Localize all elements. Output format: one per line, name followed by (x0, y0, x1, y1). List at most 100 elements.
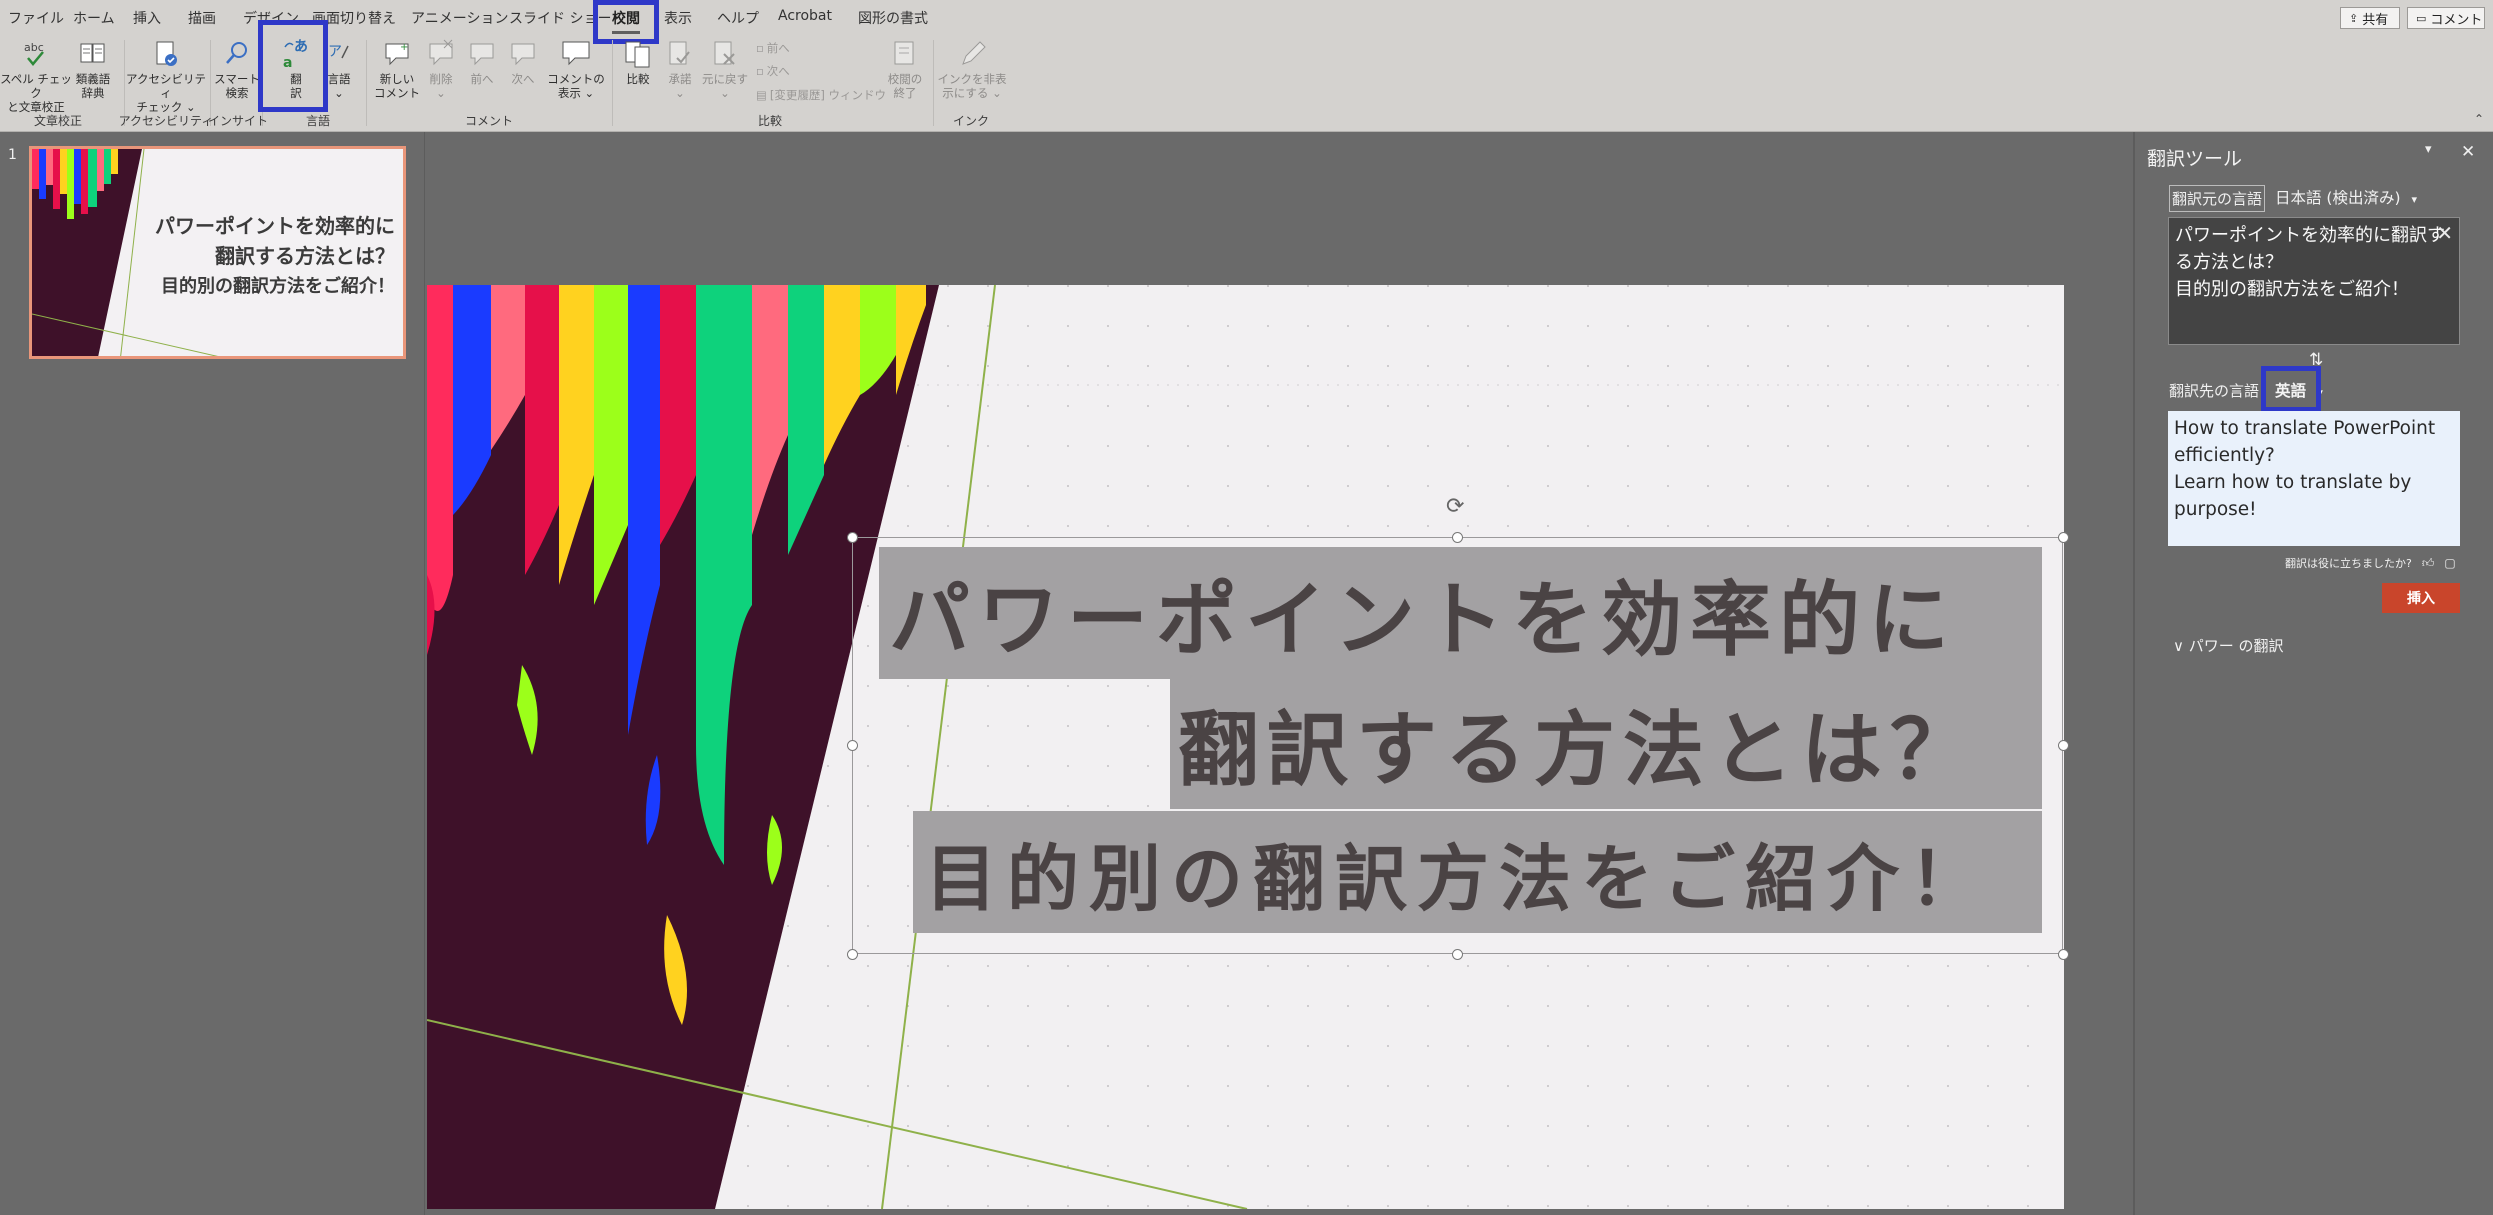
compare-button[interactable]: 比較 (616, 38, 660, 86)
accept-label: 承諾 ⌄ (668, 72, 692, 100)
resize-handle[interactable] (1452, 532, 1463, 543)
next-change-icon: ▫ (756, 64, 764, 78)
power-translate-section[interactable]: ∨ パワー の翻訳 (2173, 635, 2284, 656)
feedback-row: 翻訳は役に立ちましたか? 👍︎ ▢ (2285, 555, 2456, 571)
ribbon-divider (612, 40, 613, 126)
svg-text:ア: ア (328, 44, 342, 60)
chevron-down-icon: ∨ (2173, 637, 2184, 655)
next-comment-button[interactable]: 次へ (503, 38, 543, 86)
ribbon-tabs: ファイル ホーム 挿入 描画 デザイン 画面切り替え アニメーション スライド … (0, 0, 2493, 34)
tab-home[interactable]: ホーム (73, 8, 115, 28)
revisions-pane-button[interactable]: ▤ [変更履歴] ウィンドウ (756, 87, 886, 103)
show-comments-button[interactable]: コメントの 表示 ⌄ (546, 38, 606, 100)
insert-button[interactable]: 挿入 (2382, 583, 2460, 613)
slide-thumbnail[interactable]: パワーポイントを効率的に 翻訳する方法とは？ 目的別の翻訳方法をご紹介！ (29, 146, 406, 359)
new-comment-label: 新しい コメント (374, 72, 420, 100)
next-change-button[interactable]: ▫ 次へ (756, 63, 790, 79)
resize-handle[interactable] (1452, 949, 1463, 960)
comment-icon: ▭ (2416, 11, 2427, 25)
thumbnail-title-line1: パワーポイントを効率的に (155, 214, 395, 238)
thumbs-up-icon[interactable]: 👍︎ (2422, 556, 2435, 571)
group-label-proofing: 文章校正 (33, 114, 83, 128)
translator-title: 翻訳ツール (2147, 148, 2243, 170)
resize-handle[interactable] (2058, 532, 2069, 543)
group-label-accessibility: アクセシビリティ (118, 114, 214, 128)
previous-change-label: 前へ (766, 41, 790, 55)
tab-animations[interactable]: アニメーション (411, 8, 508, 28)
ribbon-divider (366, 40, 367, 126)
chevron-down-icon: ▾ (2411, 193, 2417, 206)
source-text: パワーポイントを効率的に翻訳する方法とは？ 目的別の翻訳方法をご紹介！ (2175, 225, 2445, 300)
tab-acrobat[interactable]: Acrobat (778, 8, 832, 24)
accessibility-icon (151, 38, 181, 70)
new-comment-icon: + (382, 38, 412, 70)
thumbnail-subtitle: 目的別の翻訳方法をご紹介！ (161, 276, 395, 297)
share-label: 共有 (2362, 12, 2389, 28)
thumbnail-title-line2: 翻訳する方法とは？ (215, 244, 395, 268)
accessibility-check-button[interactable]: アクセシビリティ チェック ⌄ (126, 38, 206, 114)
smart-lookup-button[interactable]: スマート 検索 (212, 38, 262, 100)
collapse-ribbon-icon[interactable]: ⌃ (2474, 112, 2484, 126)
translated-text-box: How to translate PowerPoint efficiently?… (2168, 411, 2460, 546)
resize-handle[interactable] (847, 532, 858, 543)
previous-change-button[interactable]: ▫ 前へ (756, 40, 790, 56)
thumbs-down-icon[interactable]: ▢ (2444, 556, 2455, 570)
delete-label: 削除 ⌄ (429, 72, 453, 100)
power-translate-label: パワー の翻訳 (2188, 637, 2284, 655)
comments-button[interactable]: ▭ コメント (2407, 7, 2485, 29)
feedback-prompt: 翻訳は役に立ちましたか? (2285, 557, 2412, 570)
resize-handle[interactable] (2058, 949, 2069, 960)
close-pane-icon[interactable]: ✕ (2461, 142, 2475, 162)
translate-highlight (258, 20, 328, 112)
ribbon: ファイル ホーム 挿入 描画 デザイン 画面切り替え アニメーション スライド … (0, 0, 2493, 132)
group-label-language: 言語 (305, 114, 331, 128)
tab-shape-format[interactable]: 図形の書式 (858, 8, 928, 28)
source-language-label: 翻訳元の言語 (2169, 185, 2266, 212)
accessibility-label: アクセシビリティ チェック ⌄ (126, 72, 206, 114)
reject-button[interactable]: 元に戻す ⌄ (700, 38, 750, 100)
tab-file[interactable]: ファイル (8, 8, 64, 28)
previous-comment-icon (467, 38, 497, 70)
share-icon: ⇪ (2349, 11, 2359, 25)
rotate-handle-icon[interactable]: ⟳ (1446, 494, 1464, 519)
accept-icon (665, 38, 695, 70)
text-selection-frame[interactable] (852, 537, 2063, 954)
hide-ink-label: インクを非表 示にする ⌄ (937, 72, 1007, 100)
language-label: 言語 ⌄ (327, 72, 351, 100)
share-button[interactable]: ⇪ 共有 (2340, 7, 2400, 29)
thesaurus-label: 類義語 辞典 (75, 72, 111, 100)
previous-change-icon: ▫ (756, 41, 764, 55)
spelling-label: スペル チェック と文章校正 (0, 72, 72, 114)
tab-help[interactable]: ヘルプ (717, 8, 759, 28)
show-comments-icon (561, 38, 591, 70)
resize-handle[interactable] (847, 949, 858, 960)
pane-options-icon[interactable]: ▾ (2425, 142, 2432, 157)
spelling-button[interactable]: abc スペル チェック と文章校正 (0, 38, 72, 114)
resize-handle[interactable] (847, 740, 858, 751)
new-comment-button[interactable]: + 新しい コメント (372, 38, 422, 100)
book-icon (78, 38, 108, 70)
delete-comment-button[interactable]: 削除 ⌄ (420, 38, 462, 100)
source-text-box[interactable]: パワーポイントを効率的に翻訳する方法とは？ 目的別の翻訳方法をご紹介！ ✕ (2168, 217, 2460, 345)
ribbon-divider (933, 40, 934, 126)
accept-button[interactable]: 承諾 ⌄ (660, 38, 700, 100)
next-comment-icon (508, 38, 538, 70)
tab-view[interactable]: 表示 (664, 8, 692, 28)
revisions-pane-icon: ▤ (756, 88, 767, 102)
target-language-label: 翻訳先の言語 (2169, 382, 2260, 400)
group-label-insights: インサイト (207, 114, 269, 128)
show-comments-label: コメントの 表示 ⌄ (547, 72, 605, 100)
thesaurus-button[interactable]: 類義語 辞典 (70, 38, 116, 100)
resize-handle[interactable] (2058, 740, 2069, 751)
hide-ink-button[interactable]: インクを非表 示にする ⌄ (936, 38, 1008, 100)
clear-source-icon[interactable]: ✕ (2436, 220, 2453, 247)
target-language-highlight (2261, 366, 2321, 412)
compare-icon (623, 38, 653, 70)
source-language-dropdown[interactable]: 日本語 (検出済み) ▾ (2275, 186, 2417, 208)
end-review-button[interactable]: 校閲の 終了 (880, 38, 930, 100)
next-label: 次へ (511, 72, 535, 86)
tab-draw[interactable]: 描画 (188, 8, 216, 28)
previous-comment-button[interactable]: 前へ (462, 38, 502, 86)
tab-insert[interactable]: 挿入 (133, 8, 161, 28)
svg-text:abc: abc (24, 41, 44, 54)
